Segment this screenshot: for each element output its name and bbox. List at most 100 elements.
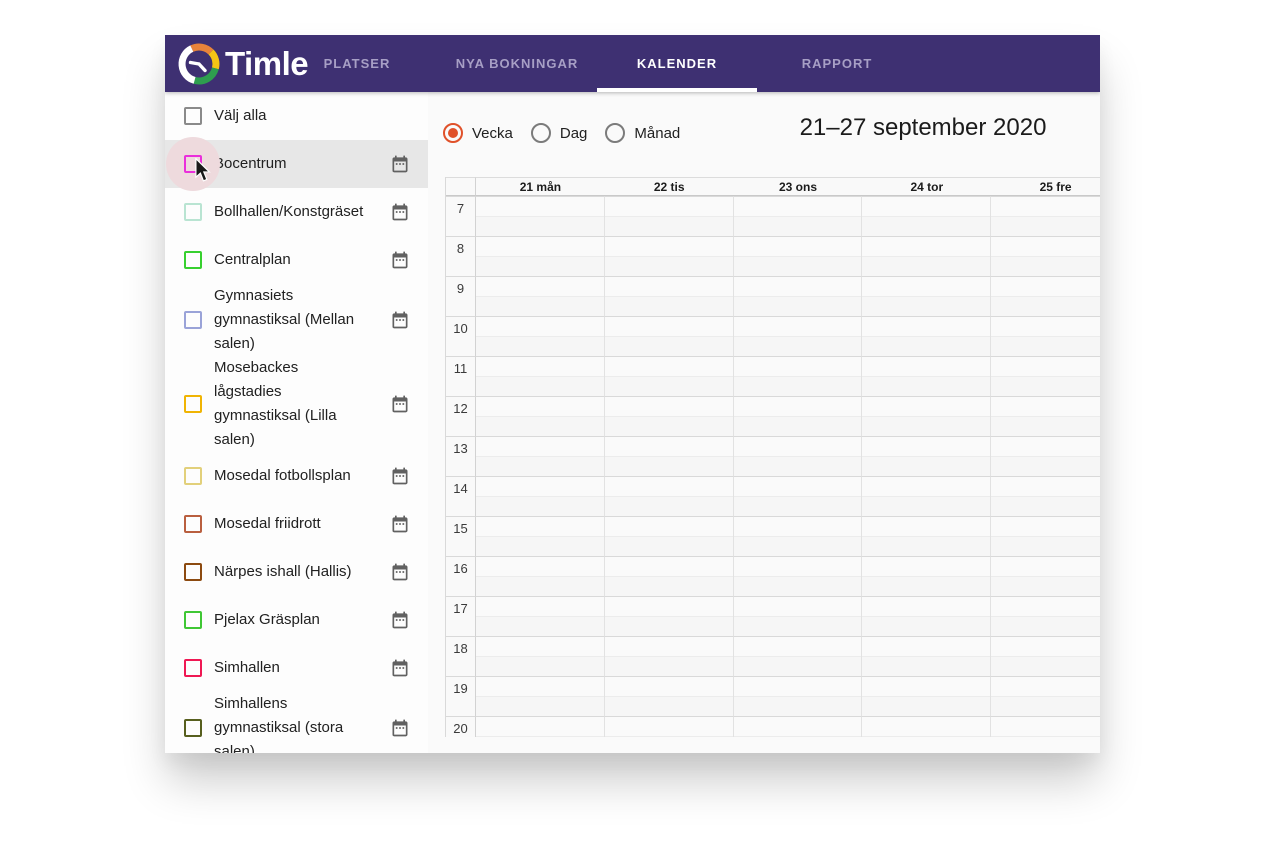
calendar-icon[interactable] — [390, 394, 410, 414]
venue-checkbox[interactable] — [184, 251, 202, 269]
calendar-cell[interactable] — [991, 236, 1100, 276]
venue-checkbox[interactable] — [184, 515, 202, 533]
calendar-cell[interactable] — [862, 556, 992, 596]
calendar-cell[interactable] — [733, 436, 863, 476]
calendar-cell[interactable] — [991, 676, 1100, 716]
calendar-cell[interactable] — [733, 196, 863, 236]
calendar-cell[interactable] — [733, 476, 863, 516]
venue-checkbox[interactable] — [184, 311, 202, 329]
calendar-cell[interactable] — [991, 356, 1100, 396]
calendar-cell[interactable] — [733, 676, 863, 716]
calendar-cell[interactable] — [991, 716, 1100, 737]
calendar-icon[interactable] — [390, 310, 410, 330]
calendar-icon[interactable] — [390, 466, 410, 486]
calendar-cell[interactable] — [476, 196, 605, 236]
calendar-cell[interactable] — [991, 276, 1100, 316]
select-all-checkbox[interactable] — [184, 107, 202, 125]
sidebar-item[interactable]: Närpes ishall (Hallis) — [165, 548, 428, 596]
tab-kalender[interactable]: KALENDER — [597, 35, 757, 92]
calendar-icon[interactable] — [390, 514, 410, 534]
calendar-cell[interactable] — [733, 556, 863, 596]
radio-button-icon[interactable] — [605, 123, 626, 143]
venue-checkbox[interactable] — [184, 467, 202, 485]
calendar-icon[interactable] — [390, 250, 410, 270]
calendar-cell[interactable] — [476, 436, 605, 476]
calendar-cell[interactable] — [604, 316, 734, 356]
calendar-cell[interactable] — [476, 596, 605, 636]
calendar-cell[interactable] — [476, 716, 605, 737]
calendar-cell[interactable] — [862, 396, 992, 436]
calendar-cell[interactable] — [862, 436, 992, 476]
calendar-cell[interactable] — [733, 596, 863, 636]
calendar-cell[interactable] — [476, 476, 605, 516]
radio-vecka[interactable]: Vecka — [443, 123, 513, 143]
calendar-icon[interactable] — [390, 154, 410, 174]
calendar-cell[interactable] — [991, 636, 1100, 676]
calendar-icon[interactable] — [390, 202, 410, 222]
calendar-icon[interactable] — [390, 610, 410, 630]
calendar-cell[interactable] — [476, 316, 605, 356]
calendar-cell[interactable] — [604, 676, 734, 716]
sidebar-item[interactable]: Pjelax Gräsplan — [165, 596, 428, 644]
venue-checkbox[interactable] — [184, 203, 202, 221]
calendar-cell[interactable] — [476, 396, 605, 436]
sidebar-item[interactable]: Mosedal fotbollsplan — [165, 452, 428, 500]
calendar-cell[interactable] — [733, 356, 863, 396]
sidebar-item[interactable]: Simhallens gymnastiksal (stora salen) — [165, 692, 428, 753]
calendar-icon[interactable] — [390, 658, 410, 678]
calendar-cell[interactable] — [862, 636, 992, 676]
radio-button-icon[interactable] — [443, 123, 463, 143]
calendar-cell[interactable] — [476, 516, 605, 556]
tab-nya-bokningar[interactable]: NYA BOKNINGAR — [437, 35, 597, 92]
calendar-cell[interactable] — [862, 716, 992, 737]
venue-checkbox[interactable] — [184, 563, 202, 581]
calendar-cell[interactable] — [733, 276, 863, 316]
calendar-cell[interactable] — [476, 556, 605, 596]
sidebar-item[interactable]: Mosebackes lågstadies gymnastiksal (Lill… — [165, 356, 428, 452]
calendar-cell[interactable] — [862, 516, 992, 556]
tab-platser[interactable]: PLATSER — [277, 35, 437, 92]
calendar-cell[interactable] — [991, 316, 1100, 356]
calendar-icon[interactable] — [390, 562, 410, 582]
calendar-cell[interactable] — [604, 396, 734, 436]
calendar-cell[interactable] — [604, 236, 734, 276]
calendar-cell[interactable] — [604, 516, 734, 556]
calendar-cell[interactable] — [991, 436, 1100, 476]
calendar-cell[interactable] — [604, 716, 734, 737]
sidebar-item[interactable]: Bollhallen/Konstgräset — [165, 188, 428, 236]
radio-dag[interactable]: Dag — [530, 123, 587, 143]
calendar-cell[interactable] — [604, 556, 734, 596]
calendar-cell[interactable] — [476, 676, 605, 716]
calendar-icon[interactable] — [390, 718, 410, 738]
venue-checkbox[interactable] — [184, 611, 202, 629]
calendar-cell[interactable] — [991, 516, 1100, 556]
calendar-cell[interactable] — [862, 596, 992, 636]
venue-checkbox[interactable] — [184, 719, 202, 737]
sidebar-item[interactable]: Centralplan — [165, 236, 428, 284]
sidebar-item[interactable]: Gymnasiets gymnastiksal (Mellan salen) — [165, 284, 428, 356]
calendar-cell[interactable] — [733, 396, 863, 436]
radio-manad[interactable]: Månad — [605, 123, 680, 143]
calendar-cell[interactable] — [733, 516, 863, 556]
calendar-cell[interactable] — [733, 716, 863, 737]
calendar-cell[interactable] — [476, 236, 605, 276]
venue-checkbox[interactable] — [184, 395, 202, 413]
calendar-cell[interactable] — [733, 236, 863, 276]
calendar-cell[interactable] — [991, 476, 1100, 516]
calendar-cell[interactable] — [991, 596, 1100, 636]
calendar-cell[interactable] — [733, 636, 863, 676]
calendar-cell[interactable] — [862, 196, 992, 236]
calendar-cell[interactable] — [862, 356, 992, 396]
calendar-cell[interactable] — [862, 316, 992, 356]
calendar-cell[interactable] — [991, 396, 1100, 436]
calendar-cell[interactable] — [733, 316, 863, 356]
venue-checkbox[interactable] — [184, 155, 202, 173]
calendar-cell[interactable] — [991, 196, 1100, 236]
calendar-cell[interactable] — [476, 636, 605, 676]
calendar-cell[interactable] — [862, 276, 992, 316]
calendar-cell[interactable] — [862, 676, 992, 716]
calendar-cell[interactable] — [604, 596, 734, 636]
sidebar-item-select-all[interactable]: Välj alla — [165, 92, 428, 140]
calendar-cell[interactable] — [862, 236, 992, 276]
calendar-cell[interactable] — [862, 476, 992, 516]
